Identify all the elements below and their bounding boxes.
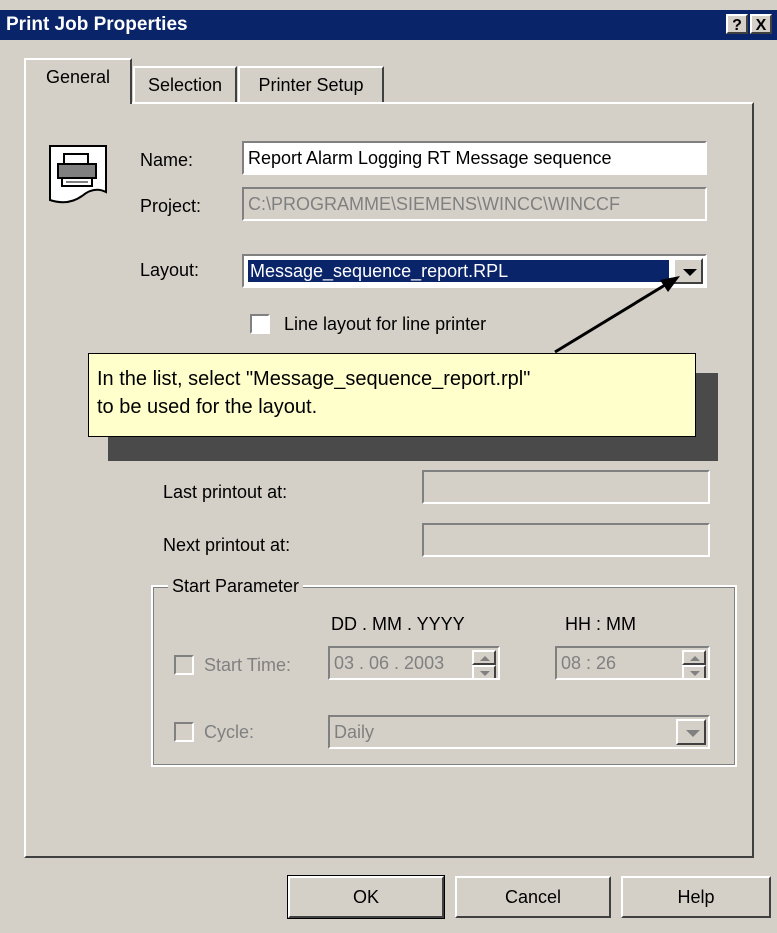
print-job-properties-dialog: Print Job Properties ? X General Selecti… [0, 0, 777, 933]
arrow-pointer-icon [554, 276, 680, 354]
